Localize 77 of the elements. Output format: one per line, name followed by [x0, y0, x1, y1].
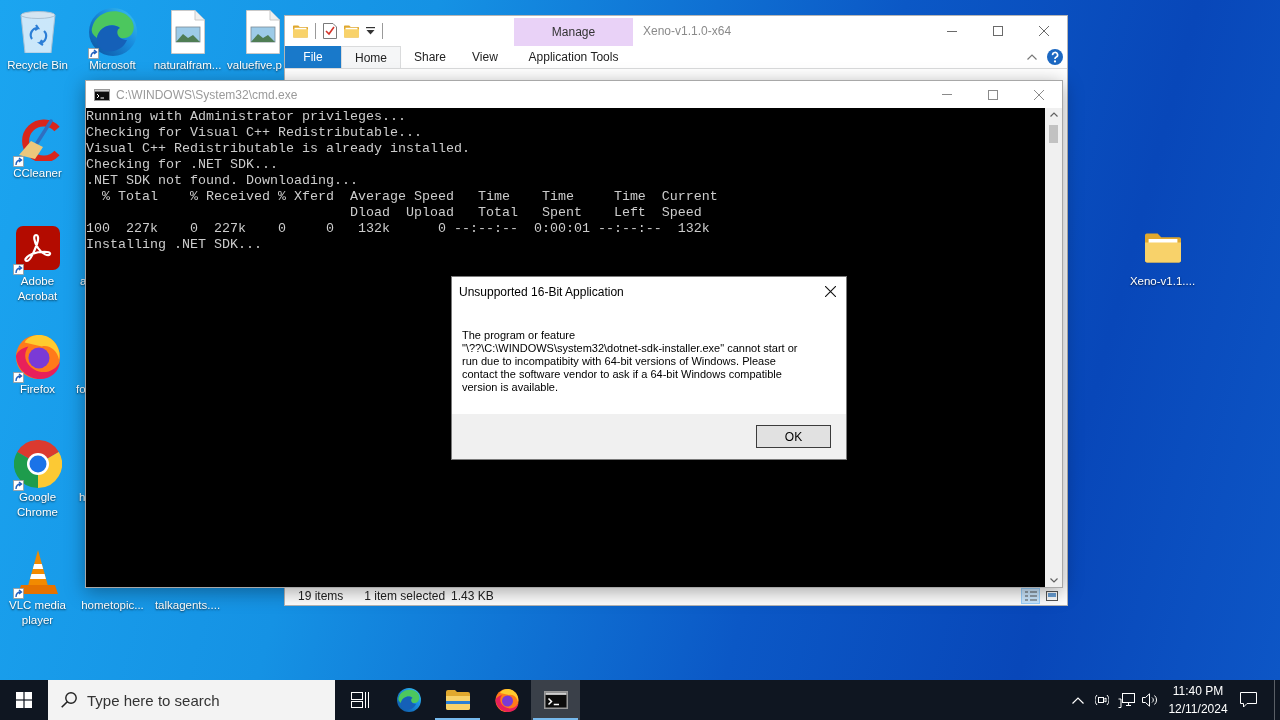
ribbon-tab[interactable]: File — [285, 46, 341, 68]
desktop-icon-label[interactable]: naturalfram... — [153, 58, 222, 73]
edge-logo-icon[interactable] — [396, 688, 421, 712]
search-icon — [61, 692, 77, 708]
windows-logo-icon — [16, 692, 32, 708]
dialog-message: The program or feature "\??\C:\WINDOWS\system32\dotnet-sdk-installer.exe" cannot start or run due to incompatibity with 64-bit versions of Windows. Please contact the software vendor to ask if a 64-bit Windows compatible version is available. — [462, 329, 799, 394]
task-view-icon — [350, 692, 369, 708]
chevron-down-icon[interactable] — [1049, 578, 1058, 583]
desktop-icon-label[interactable]: Xeno-v1.1.... — [1129, 274, 1196, 289]
ribbon-tab[interactable]: Share — [401, 46, 460, 68]
scrollbar-thumb[interactable] — [1049, 125, 1058, 143]
terminal-icon — [94, 88, 110, 101]
console-line: Running with Administrator privileges... — [86, 109, 406, 125]
speaker-icon — [1142, 693, 1158, 707]
firefox-logo-icon[interactable] — [494, 688, 519, 712]
item-count: 19 items — [298, 588, 344, 605]
console-line: 100 227k 0 227k 0 0 132k 0 --:--:-- 0:00:01 --:--:-- 132k — [86, 221, 710, 237]
desktop-icon-label[interactable]: Google Chrome — [1, 490, 74, 520]
ok-button[interactable]: OK — [756, 425, 831, 448]
console-line: Installing .NET SDK... — [86, 237, 262, 253]
close-icon — [824, 286, 836, 297]
help-icon[interactable] — [1047, 49, 1063, 65]
caret-down-icon[interactable] — [366, 27, 375, 35]
folder-icon — [445, 690, 470, 710]
desktop-icon-label[interactable]: Microsoft — [89, 58, 136, 73]
selection-info: 1 item selected — [364, 588, 446, 605]
chrome-logo-icon[interactable] — [13, 440, 62, 488]
taskbar-app-button[interactable] — [531, 680, 580, 720]
dialog-title: Unsupported 16-Bit Application — [459, 283, 624, 301]
close-icon — [1039, 26, 1049, 36]
contextual-tab-header: Manage — [514, 18, 633, 46]
desktop-icon-label[interactable]: talkagents.... — [154, 598, 221, 613]
window-title: Xeno-v1.1.0-x64 — [642, 23, 733, 40]
chevron-up-icon[interactable] — [1027, 54, 1037, 60]
console-line: Dload Upload Total Spent Left Speed — [348, 205, 702, 221]
clock-date[interactable]: 12/11/2024 — [1168, 700, 1228, 718]
maximize-icon — [988, 89, 998, 100]
desktop-icon-label[interactable]: CCleaner — [13, 166, 62, 181]
desktop-icon-label[interactable]: h — [79, 490, 86, 505]
ribbon-tab[interactable]: Home — [341, 46, 401, 68]
terminal-icon — [543, 691, 568, 709]
desktop-icon-label[interactable]: VLC media player — [1, 598, 74, 628]
search-field[interactable]: Type here to search — [48, 680, 335, 720]
desktop-icon-label[interactable]: Adobe Acrobat — [1, 274, 74, 304]
list-icon — [1024, 591, 1037, 601]
desktop-icon-label[interactable]: valuefive.p — [227, 58, 282, 73]
console-line: % Total % Received % Xferd Average Speed Time Time Time Current — [101, 189, 718, 205]
notification-icon — [1239, 692, 1257, 708]
chevron-up-icon — [1072, 696, 1084, 704]
minimize-icon — [947, 30, 957, 32]
recycle-bin-icon[interactable] — [19, 11, 56, 53]
properties-icon[interactable] — [323, 23, 337, 39]
pdf-reader-logo-icon[interactable] — [15, 226, 60, 270]
traffic-cone-icon[interactable] — [17, 550, 58, 594]
console-line: Checking for Visual C++ Redistributable... — [86, 125, 422, 141]
clock-time[interactable]: 11:40 PM — [1172, 682, 1224, 700]
desktop-icon-label[interactable]: Firefox — [19, 382, 56, 397]
selection-size: 1.43 KB — [451, 588, 494, 605]
close-icon — [1034, 89, 1044, 100]
desktop-icon-label[interactable]: Recycle Bin — [7, 58, 68, 73]
chevron-up-icon[interactable] — [1049, 112, 1058, 117]
ribbon-tab[interactable]: View — [459, 46, 511, 68]
minimize-icon — [942, 94, 952, 95]
tile-icon — [1045, 591, 1058, 601]
scrollbar[interactable] — [1045, 108, 1062, 587]
maximize-icon — [993, 26, 1003, 36]
console-line: Visual C++ Redistributable is already installed. — [86, 141, 470, 157]
folder-icon[interactable] — [1144, 233, 1181, 263]
network-icon — [1117, 692, 1135, 708]
image-file-icon[interactable] — [170, 10, 205, 54]
video-camera-icon — [1095, 692, 1109, 708]
desktop-icon-label[interactable]: hometopic... — [81, 598, 144, 613]
image-file-icon[interactable] — [245, 10, 280, 54]
desktop-icon-label[interactable]: fo — [76, 382, 86, 397]
console-line: Checking for .NET SDK... — [86, 157, 278, 173]
window-title: C:\WINDOWS\System32\cmd.exe — [116, 86, 298, 104]
console-line: .NET SDK not found. Downloading... — [86, 173, 358, 189]
